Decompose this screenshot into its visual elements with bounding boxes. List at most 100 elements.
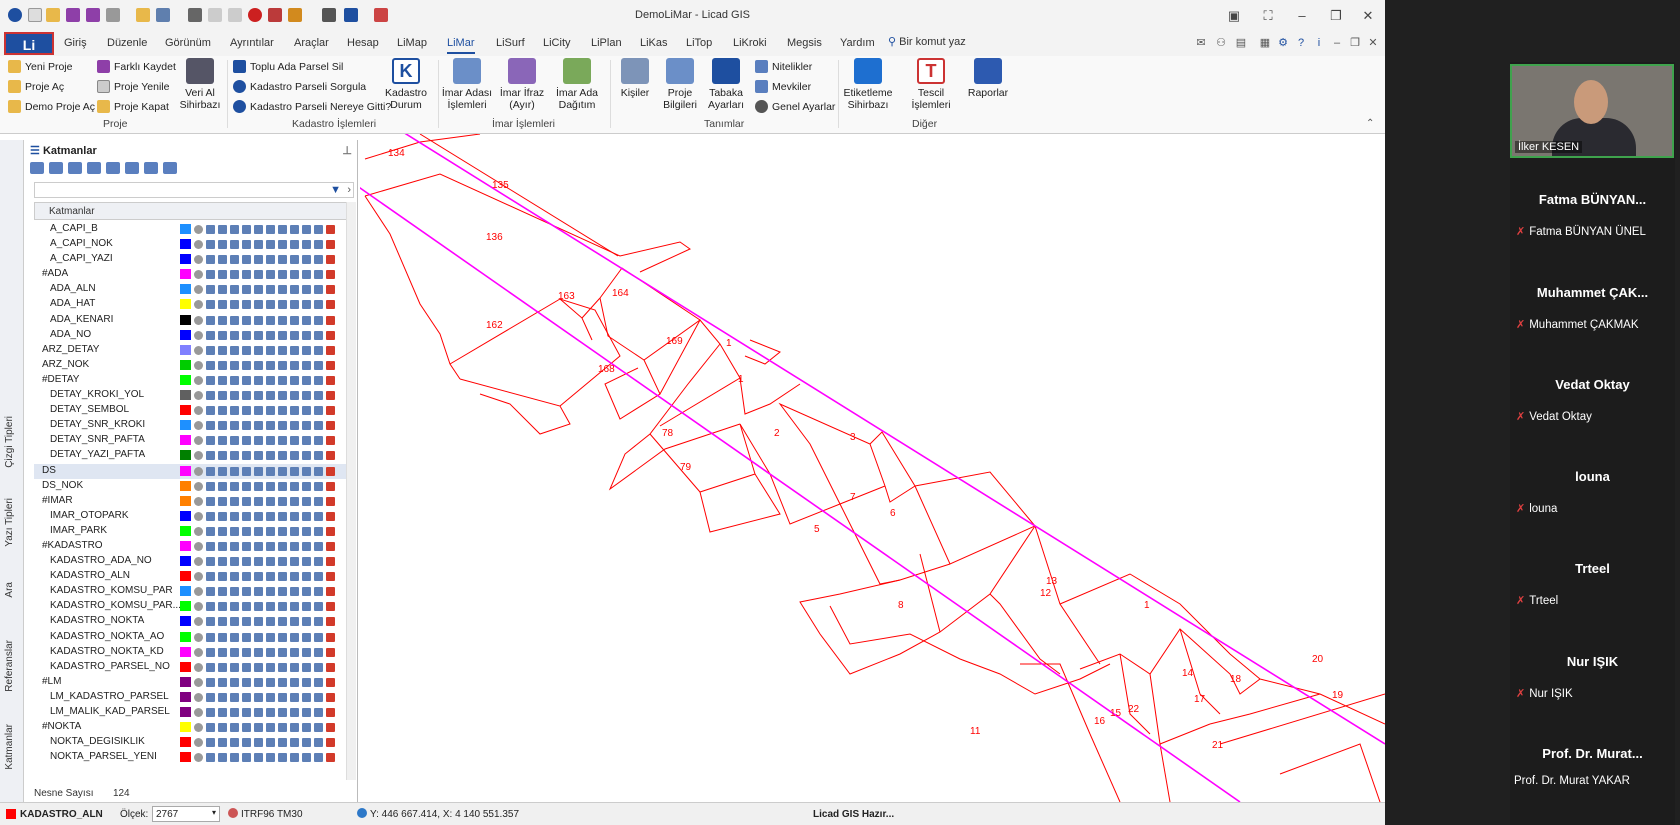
layer-toggle-icon[interactable] — [218, 557, 227, 567]
layer-row[interactable]: DS_NOK — [34, 479, 346, 494]
layer-toggle-icon[interactable] — [230, 557, 239, 567]
participant-tile[interactable]: Trteel ✗ Trteel — [1510, 561, 1675, 607]
layer-toggle-icon[interactable] — [218, 330, 227, 340]
layer-toggle-icon[interactable] — [254, 255, 263, 265]
side-tab-layers[interactable]: Katmanlar — [4, 724, 15, 770]
layer-toggle-icon[interactable] — [206, 541, 215, 551]
layer-toggle-icon[interactable] — [218, 360, 227, 370]
layer-toggle-icon[interactable] — [326, 225, 335, 234]
layer-toggle-icon[interactable] — [242, 632, 251, 642]
participant-tile[interactable]: Nur IŞIK ✗ Nur IŞIK — [1510, 654, 1675, 700]
layer-toggle-icon[interactable] — [230, 330, 239, 340]
layer-toggle-icon[interactable] — [242, 345, 251, 355]
document-icon[interactable]: ▤ — [1234, 36, 1248, 50]
layer-color-swatch[interactable] — [180, 344, 191, 355]
layer-toggle-icon[interactable] — [206, 511, 215, 521]
layer-toggle-icon[interactable] — [326, 526, 335, 536]
layer-toggle-icon[interactable] — [230, 526, 239, 536]
layer-row[interactable]: #KADASTRO — [34, 539, 346, 554]
tab-litop[interactable]: LiTop — [686, 37, 712, 49]
layer-toggle-icon[interactable] — [326, 587, 335, 597]
layer-toggle-icon[interactable] — [206, 300, 215, 310]
layer-toggle-icon[interactable] — [314, 421, 323, 431]
layer-color-swatch[interactable] — [180, 495, 191, 506]
layer-row[interactable]: DS — [34, 463, 346, 479]
layer-toggle-icon[interactable] — [290, 738, 299, 748]
layer-row[interactable]: DETAY_SNR_PAFTA — [34, 433, 346, 448]
layer-toggle-icon[interactable] — [302, 225, 311, 234]
layer-row[interactable]: #NOKTA — [34, 720, 346, 735]
layer-toggle-icon[interactable] — [206, 466, 215, 476]
tab-duzenle[interactable]: Düzenle — [107, 37, 147, 49]
layer-toggle-icon[interactable] — [326, 421, 335, 431]
layer-toggle-icon[interactable] — [278, 481, 287, 491]
layer-toggle-icon[interactable] — [326, 692, 335, 702]
layer-toggle-icon[interactable] — [242, 662, 251, 672]
layer-toggle-icon[interactable] — [326, 677, 335, 687]
layer-toggle-icon[interactable] — [242, 406, 251, 416]
layer-toggle-icon[interactable] — [266, 240, 275, 250]
layer-toggle-icon[interactable] — [302, 255, 311, 265]
layer-toggle-icon[interactable] — [206, 617, 215, 627]
tab-limar[interactable]: LiMar — [447, 37, 475, 54]
layer-toggle-icon[interactable] — [254, 677, 263, 687]
parcel-query-button[interactable]: Kadastro Parseli Sorgula — [233, 80, 366, 93]
layer-toggle-icon[interactable] — [230, 466, 239, 476]
layer-color-swatch[interactable] — [180, 450, 191, 461]
layer-toggle-icon[interactable] — [314, 708, 323, 717]
layer-toggle-icon[interactable] — [278, 526, 287, 536]
layer-toggle-icon[interactable] — [326, 451, 335, 461]
layer-toggle-icon[interactable] — [242, 541, 251, 551]
layer-color-swatch[interactable] — [180, 722, 191, 733]
pin-icon[interactable]: ⊥ — [342, 144, 352, 157]
layer-toggle-icon[interactable] — [314, 436, 323, 446]
layer-color-swatch[interactable] — [180, 405, 191, 416]
layer-toggle-icon[interactable] — [326, 285, 335, 295]
layer-row[interactable]: KADASTRO_ALN — [34, 569, 346, 584]
layer-toggle-icon[interactable] — [194, 647, 203, 657]
layer-toggle-icon[interactable] — [278, 677, 287, 687]
new-project-button[interactable]: Yeni Proje — [8, 60, 72, 73]
layer-toggle-icon[interactable] — [242, 315, 251, 325]
layer-toggle-icon[interactable] — [194, 285, 203, 295]
crs-label[interactable]: ITRF96 TM30 — [241, 809, 303, 820]
layer-toggle-icon[interactable] — [278, 466, 287, 476]
layer-toggle-icon[interactable] — [230, 360, 239, 370]
layer-toggle-icon[interactable] — [206, 753, 215, 763]
layer-toggle-icon[interactable] — [254, 511, 263, 521]
layer-toggle-icon[interactable] — [314, 285, 323, 295]
tab-ayrintilar[interactable]: Ayrıntılar — [230, 37, 274, 49]
layer-toggle-icon[interactable] — [290, 541, 299, 551]
layer-toggle-icon[interactable] — [326, 557, 335, 567]
participant-tile[interactable]: louna ✗ louna — [1510, 469, 1675, 515]
layer-toggle-icon[interactable] — [242, 375, 251, 385]
layer-toggle-icon[interactable] — [242, 617, 251, 627]
layer-toggle-icon[interactable] — [278, 406, 287, 416]
layer-toggle-icon[interactable] — [218, 466, 227, 476]
layer-toggle-icon[interactable] — [314, 511, 323, 521]
layer-toggle-icon[interactable] — [266, 602, 275, 612]
tab-likas[interactable]: LiKas — [640, 37, 668, 49]
layer-toggle-icon[interactable] — [194, 753, 203, 763]
layer-toggle-icon[interactable] — [266, 421, 275, 431]
layer-toggle-icon[interactable] — [326, 738, 335, 748]
layer-toggle-icon[interactable] — [266, 481, 275, 491]
layer-toggle-icon[interactable] — [290, 345, 299, 355]
tab-licity[interactable]: LiCity — [543, 37, 571, 49]
layer-toggle-icon[interactable] — [206, 708, 215, 717]
layer-toggle-icon[interactable] — [254, 375, 263, 385]
layer-toggle-icon[interactable] — [194, 270, 203, 280]
layer-toggle-icon[interactable] — [218, 632, 227, 642]
layer-toggle-icon[interactable] — [278, 315, 287, 325]
layer-toggle-icon[interactable] — [326, 602, 335, 612]
labeling-wizard-button[interactable]: Etiketleme Sihirbazı — [842, 58, 894, 111]
layer-toggle-icon[interactable] — [218, 662, 227, 672]
layer-toggle-icon[interactable] — [326, 481, 335, 491]
layer-toggle-icon[interactable] — [206, 723, 215, 733]
layer-toggle-icon[interactable] — [326, 511, 335, 521]
layer-toggle-icon[interactable] — [206, 421, 215, 431]
layer-toggle-icon[interactable] — [254, 723, 263, 733]
layer-toggle-icon[interactable] — [302, 406, 311, 416]
layer-toggle-icon[interactable] — [278, 662, 287, 672]
layer-toggle-icon[interactable] — [254, 557, 263, 567]
